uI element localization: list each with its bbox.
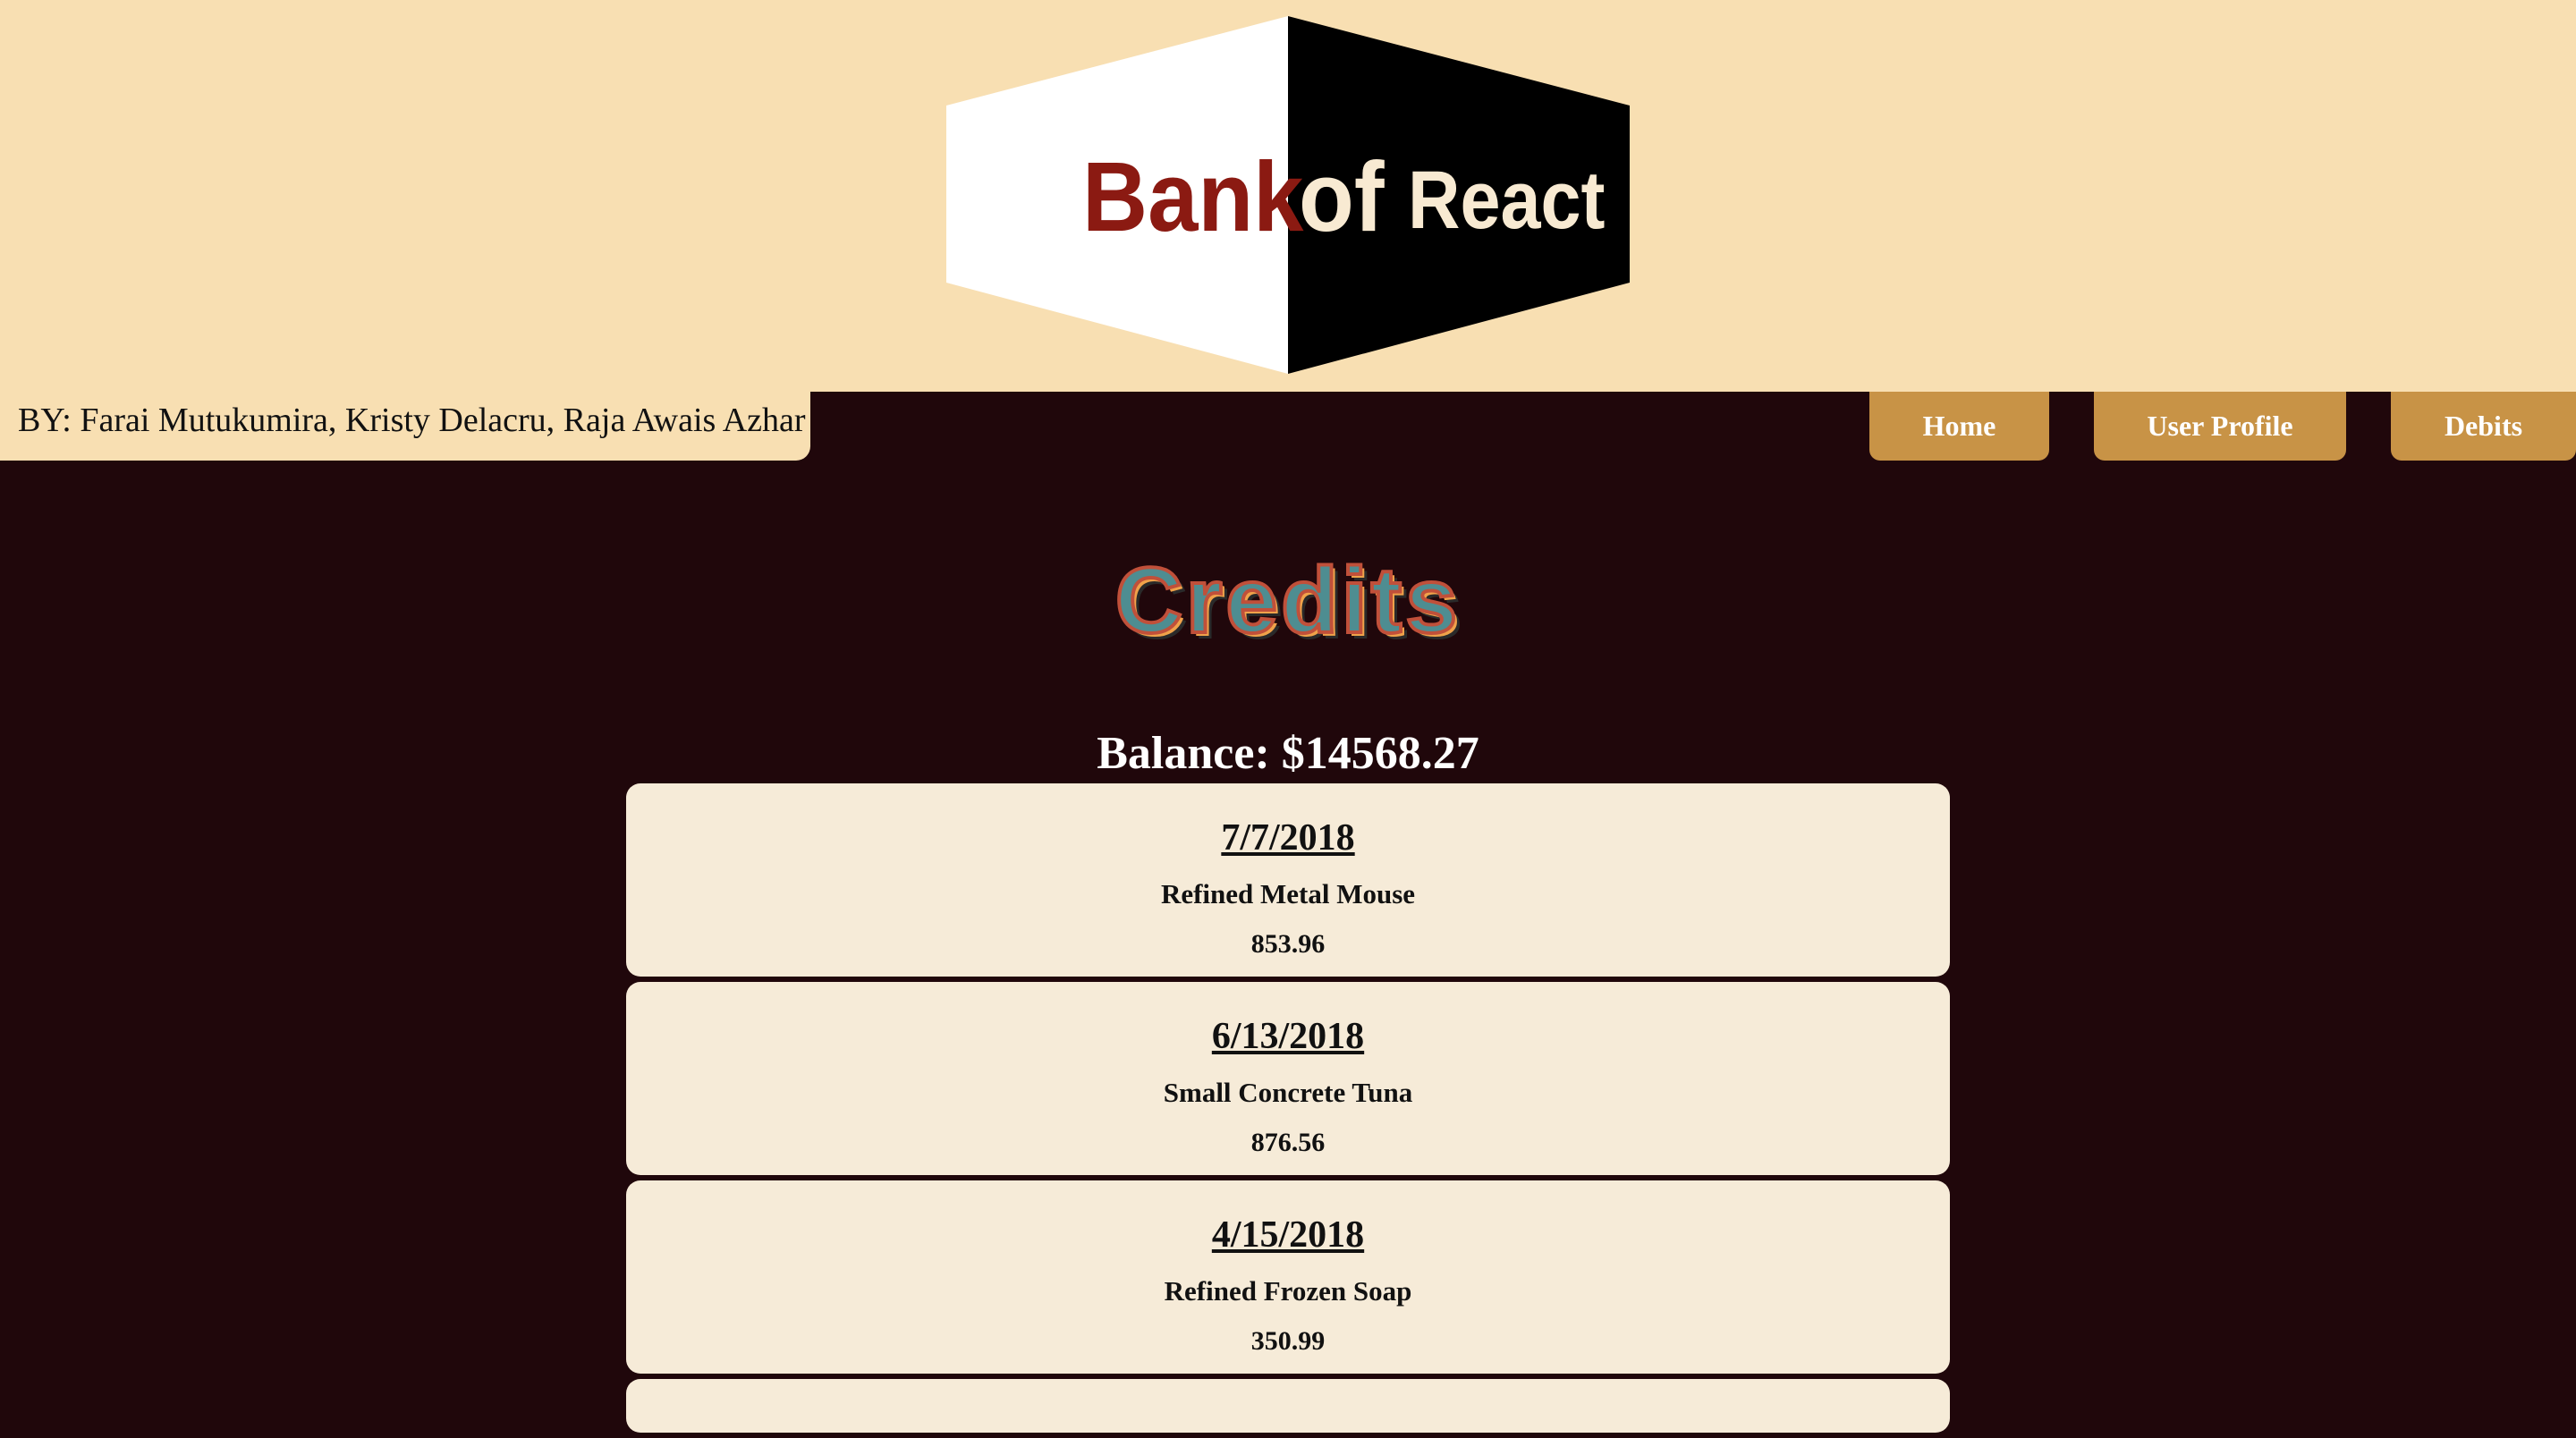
credit-description: Small Concrete Tuna [1163, 1077, 1413, 1108]
bank-of-react-logo: Bank of React [946, 16, 1630, 374]
credit-date: 4/15/2018 [1211, 1214, 1365, 1256]
credit-date: 7/7/2018 [1221, 817, 1355, 859]
nav-user-profile-button[interactable]: User Profile [2094, 392, 2346, 461]
page-title: Credits [1114, 547, 1462, 655]
credit-description: Refined Metal Mouse [1160, 878, 1416, 909]
credit-amount: 350.99 [1250, 1326, 1326, 1356]
credit-card [626, 1379, 1950, 1433]
credit-list: 7/7/2018 Refined Metal Mouse 853.96 6/13… [626, 783, 1950, 1438]
nav-home-button[interactable]: Home [1869, 392, 2049, 461]
credit-date: 6/13/2018 [1211, 1016, 1365, 1057]
logo-word-of: of [1299, 142, 1385, 252]
credit-card: 7/7/2018 Refined Metal Mouse 853.96 [626, 783, 1950, 977]
credit-description: Refined Frozen Soap [1164, 1275, 1412, 1307]
authors-label: BY: Farai Mutukumira, Kristy Delacru, Ra… [0, 392, 810, 461]
credit-card: 4/15/2018 Refined Frozen Soap 350.99 [626, 1180, 1950, 1374]
logo-word-bank: Bank [1082, 142, 1304, 252]
nav-debits-button[interactable]: Debits [2391, 392, 2576, 461]
balance-label: Balance: $14568.27 [1097, 728, 1479, 779]
credit-card: 6/13/2018 Small Concrete Tuna 876.56 [626, 982, 1950, 1175]
header: Bank of React [0, 0, 2576, 392]
credit-amount: 876.56 [1250, 1128, 1326, 1157]
credit-amount: 853.96 [1250, 929, 1326, 959]
logo-word-react: React [1408, 155, 1606, 246]
